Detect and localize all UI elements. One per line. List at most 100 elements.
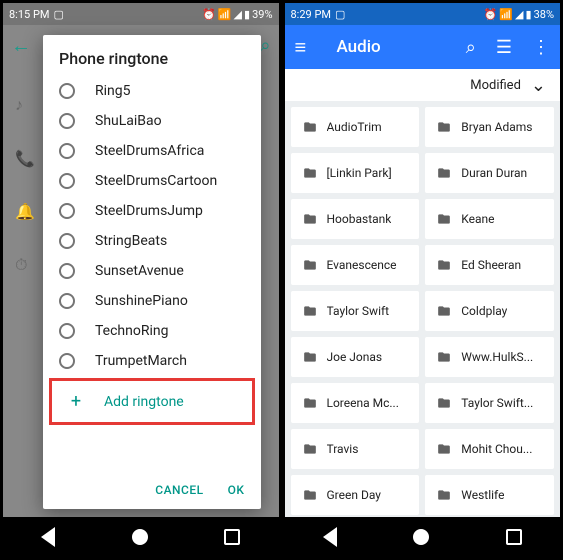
- search-icon[interactable]: ⌕: [466, 37, 476, 58]
- radio-icon: [59, 173, 75, 189]
- ringtone-option[interactable]: SteelDrumsJump: [43, 196, 261, 226]
- folder-name: Keane: [461, 212, 494, 226]
- folder-card[interactable]: Green Day: [291, 475, 420, 515]
- folder-name: Mohit Chou...: [461, 442, 532, 456]
- battery-percent: 38%: [534, 8, 554, 21]
- folder-name: Joe Jonas: [327, 350, 383, 364]
- status-time: 8:15 PM: [9, 8, 49, 21]
- folder-card[interactable]: Coldplay: [425, 291, 554, 331]
- folder-name: Westlife: [461, 488, 504, 502]
- menu-icon[interactable]: ≡: [295, 35, 319, 60]
- radio-icon: [59, 83, 75, 99]
- app-bar: ≡ Audio ⌕ ☰ ⋮: [285, 25, 561, 69]
- folder-icon: [301, 304, 319, 318]
- status-time: 8:29 PM: [291, 8, 331, 21]
- folder-name: Travis: [327, 442, 359, 456]
- folder-name: Hoobastank: [327, 212, 392, 226]
- ringtone-list[interactable]: Ring5 ShuLaiBao SteelDrumsAfrica SteelDr…: [43, 76, 261, 475]
- add-ringtone-button[interactable]: + Add ringtone: [49, 378, 255, 425]
- folder-name: AudioTrim: [327, 120, 382, 134]
- back-arrow-icon: ←: [11, 33, 31, 58]
- radio-icon: [59, 143, 75, 159]
- radio-icon: [59, 113, 75, 129]
- radio-icon: [59, 233, 75, 249]
- photo-icon: ▢: [53, 8, 63, 21]
- folder-card[interactable]: Www.HulkS...: [425, 337, 554, 377]
- folder-name: [Linkin Park]: [327, 166, 392, 180]
- signal-icon: ◢: [234, 8, 242, 21]
- folder-icon: [435, 350, 453, 364]
- search-icon: ⌕: [260, 35, 270, 56]
- status-bar: 8:15 PM ▢ ⏰ 📶 ◢ ▮ 39%: [3, 3, 279, 25]
- battery-icon: ▮: [244, 8, 250, 21]
- battery-percent: 39%: [252, 8, 272, 21]
- folder-icon: [435, 304, 453, 318]
- folder-icon: [435, 396, 453, 410]
- folder-icon: [435, 488, 453, 502]
- ringtone-option[interactable]: ShuLaiBao: [43, 106, 261, 136]
- folder-card[interactable]: Hoobastank: [291, 199, 420, 239]
- folder-card[interactable]: Westlife: [425, 475, 554, 515]
- plus-icon: +: [68, 391, 84, 412]
- overflow-menu-icon[interactable]: ⋮: [532, 37, 550, 58]
- folder-card[interactable]: Duran Duran: [425, 153, 554, 193]
- list-view-icon[interactable]: ☰: [496, 37, 512, 58]
- ringtone-option[interactable]: StringBeats: [43, 226, 261, 256]
- folder-name: Taylor Swift...: [461, 396, 533, 410]
- folder-card[interactable]: Bryan Adams: [425, 107, 554, 147]
- nav-bar: [3, 517, 279, 557]
- folder-icon: [301, 350, 319, 364]
- wifi-icon: 📶: [218, 8, 232, 21]
- nav-back-icon[interactable]: [41, 527, 55, 547]
- folder-card[interactable]: Mohit Chou...: [425, 429, 554, 469]
- radio-icon: [59, 353, 75, 369]
- folder-name: Taylor Swift: [327, 304, 390, 318]
- folder-name: Ed Sheeran: [461, 258, 521, 272]
- folder-card[interactable]: Travis: [291, 429, 420, 469]
- folder-card[interactable]: Joe Jonas: [291, 337, 420, 377]
- ringtone-option[interactable]: SunsetAvenue: [43, 256, 261, 286]
- ringtone-dialog: Phone ringtone Ring5 ShuLaiBao SteelDrum…: [43, 35, 261, 509]
- nav-home-icon[interactable]: [132, 529, 148, 545]
- folder-card[interactable]: Keane: [425, 199, 554, 239]
- folder-card[interactable]: Taylor Swift: [291, 291, 420, 331]
- nav-back-icon[interactable]: [323, 527, 337, 547]
- ringtone-option[interactable]: Ring5: [43, 76, 261, 106]
- folder-card[interactable]: Ed Sheeran: [425, 245, 554, 285]
- alarm-icon: ⏰: [202, 8, 216, 21]
- battery-icon: ▮: [526, 8, 532, 21]
- nav-recent-icon[interactable]: [224, 529, 240, 545]
- sort-bar[interactable]: Modified ⌄: [285, 69, 561, 101]
- ok-button[interactable]: OK: [228, 483, 245, 497]
- folder-card[interactable]: Evanescence: [291, 245, 420, 285]
- folder-icon: [301, 258, 319, 272]
- ringtone-option[interactable]: SteelDrumsAfrica: [43, 136, 261, 166]
- chevron-down-icon: ⌄: [531, 75, 546, 96]
- clock-icon: ⏱: [15, 255, 43, 275]
- folder-name: Evanescence: [327, 258, 397, 272]
- folder-icon: [435, 212, 453, 226]
- cancel-button[interactable]: CANCEL: [155, 483, 203, 497]
- bell-icon: 🔔: [15, 202, 43, 221]
- signal-icon: ◢: [515, 8, 523, 21]
- ringtone-option[interactable]: TechnoRing: [43, 316, 261, 346]
- folder-icon: [301, 120, 319, 134]
- ringtone-option[interactable]: TrumpetMarch: [43, 346, 261, 376]
- phone-icon: 📞: [15, 149, 43, 168]
- folder-name: Bryan Adams: [461, 120, 532, 134]
- folder-card[interactable]: AudioTrim: [291, 107, 420, 147]
- folder-icon: [301, 166, 319, 180]
- folder-icon: [301, 442, 319, 456]
- folder-icon: [435, 120, 453, 134]
- folder-icon: [435, 258, 453, 272]
- folder-card[interactable]: [Linkin Park]: [291, 153, 420, 193]
- radio-icon: [59, 203, 75, 219]
- folder-name: Duran Duran: [461, 166, 527, 180]
- folder-card[interactable]: Taylor Swift...: [425, 383, 554, 423]
- folder-card[interactable]: Loreena Mc...: [291, 383, 420, 423]
- nav-home-icon[interactable]: [413, 529, 429, 545]
- ringtone-option[interactable]: SunshinePiano: [43, 286, 261, 316]
- nav-recent-icon[interactable]: [506, 529, 522, 545]
- sort-label: Modified: [470, 78, 521, 93]
- ringtone-option[interactable]: SteelDrumsCartoon: [43, 166, 261, 196]
